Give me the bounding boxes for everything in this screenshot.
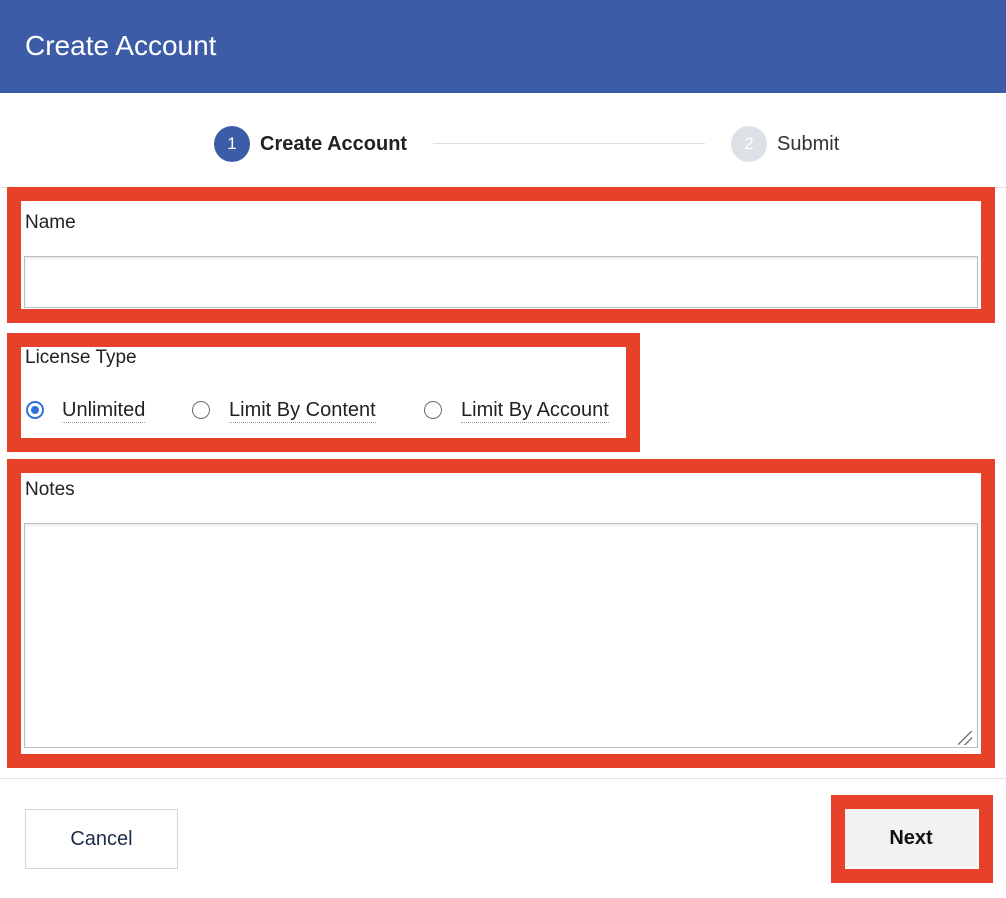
next-button-highlight bbox=[831, 795, 993, 883]
cancel-button[interactable]: Cancel bbox=[25, 809, 178, 869]
stepper-connector bbox=[433, 143, 705, 144]
dialog-header: Create Account bbox=[0, 0, 1006, 93]
step-1-number: 1 bbox=[214, 126, 250, 162]
dialog-title: Create Account bbox=[25, 30, 217, 61]
step-2-number: 2 bbox=[731, 126, 767, 162]
step-1-label: Create Account bbox=[260, 133, 408, 155]
footer-divider bbox=[0, 778, 1006, 779]
step-2-label: Submit bbox=[777, 133, 840, 155]
stepper: 1 Create Account 2 Submit bbox=[0, 93, 1006, 187]
notes-field-highlight bbox=[7, 459, 995, 768]
name-field-highlight bbox=[7, 187, 995, 323]
license-type-highlight bbox=[7, 333, 640, 452]
